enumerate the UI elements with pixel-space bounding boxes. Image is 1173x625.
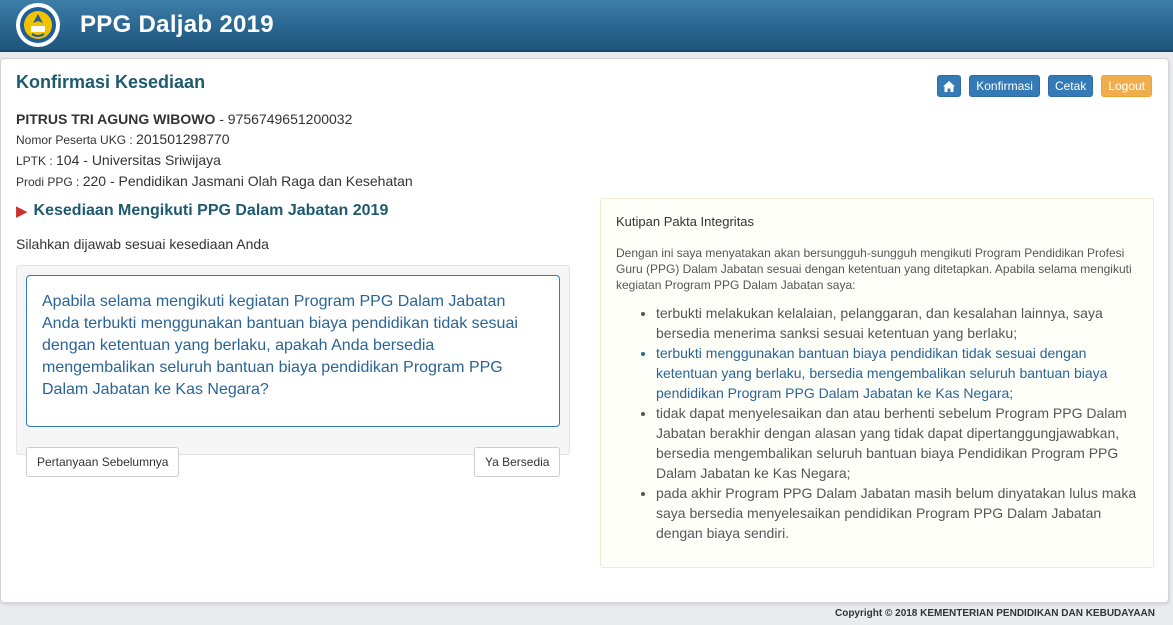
logout-button[interactable]: Logout [1101,75,1152,97]
pakta-title: Kutipan Pakta Integritas [616,214,755,229]
pakta-intro: Dengan ini saya menyatakan akan bersungg… [616,246,1132,292]
answer-prompt: Silahkan dijawab sesuai kesediaan Anda [16,236,269,252]
participant-id: - 9756749651200032 [215,111,353,127]
main-panel: Konfirmasi Kesediaan Konfirmasi Cetak Lo… [0,58,1169,603]
play-triangle-icon: ▶ [16,203,28,220]
lptk-line: LPTK : 104 - Universitas Sriwijaya [16,150,413,171]
ukg-value: 201501298770 [136,131,230,147]
page-title: Konfirmasi Kesediaan [16,72,206,92]
list-item: terbukti menggunakan bantuan biaya pendi… [656,343,1138,403]
lptk-label: LPTK : [16,154,57,168]
section-title-text: Kesediaan Mengikuti PPG Dalam Jabatan 20… [33,202,389,219]
pakta-list: terbukti melakukan kelalaian, pelanggara… [656,303,1138,543]
participant-name: PITRUS TRI AGUNG WIBOWO [16,111,216,127]
list-item: pada akhir Program PPG Dalam Jabatan mas… [656,483,1138,543]
section-title: ▶ Kesediaan Mengikuti PPG Dalam Jabatan … [16,202,388,220]
list-item: terbukti melakukan kelalaian, pelanggara… [656,303,1138,343]
konfirmasi-button[interactable]: Konfirmasi [969,75,1040,97]
yes-willing-button[interactable]: Ya Bersedia [474,447,561,477]
top-navbar: PPG Daljab 2019 [0,0,1173,52]
app-title[interactable]: PPG Daljab 2019 [80,11,274,39]
prodi-value: 220 - Pendidikan Jasmani Olah Raga dan K… [82,173,413,189]
participant-name-line: PITRUS TRI AGUNG WIBOWO - 97567496512000… [16,109,413,129]
previous-question-button[interactable]: Pertanyaan Sebelumnya [26,447,180,477]
kemdikbud-logo-icon[interactable] [16,3,60,47]
toolbar: Konfirmasi Cetak Logout [937,75,1152,97]
participant-info: PITRUS TRI AGUNG WIBOWO - 97567496512000… [16,109,413,192]
ukg-label: Nomor Peserta UKG : [16,133,137,147]
prodi-line: Prodi PPG : 220 - Pendidikan Jasmani Ola… [16,171,413,192]
footer-copyright: Copyright © 2018 KEMENTERIAN PENDIDIKAN … [834,608,1155,619]
cetak-button[interactable]: Cetak [1047,75,1094,97]
home-button[interactable] [937,75,962,97]
ukg-line: Nomor Peserta UKG : 201501298770 [16,129,413,150]
question-text: Apabila selama mengikuti kegiatan Progra… [26,275,560,427]
home-icon [943,80,956,92]
question-well: Apabila selama mengikuti kegiatan Progra… [16,265,570,455]
integrity-pact-box: Kutipan Pakta Integritas Dengan ini saya… [600,198,1154,568]
lptk-value: 104 - Universitas Sriwijaya [56,152,221,168]
list-item: tidak dapat menyelesaikan dan atau berhe… [656,403,1138,483]
prodi-label: Prodi PPG : [16,175,83,189]
